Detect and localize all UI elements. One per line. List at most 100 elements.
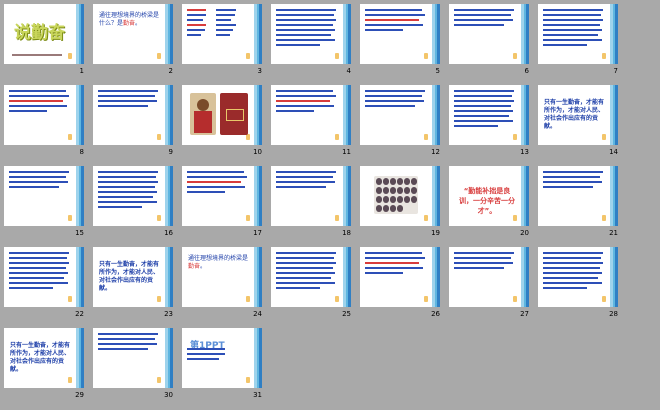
portrait-image bbox=[190, 93, 216, 135]
slide-text-lines bbox=[276, 90, 339, 115]
slide-thumbnail-15[interactable] bbox=[4, 166, 84, 226]
slide-thumbnail-31[interactable]: 第1PPT bbox=[182, 328, 262, 388]
slide-number: 19 bbox=[431, 229, 440, 237]
slide-decoration-stripe bbox=[432, 4, 440, 64]
slide-number: 14 bbox=[609, 148, 618, 156]
slide-text-lines bbox=[276, 9, 339, 49]
slide-thumbnail-19[interactable] bbox=[360, 166, 440, 226]
slide-text-lines bbox=[454, 252, 517, 272]
slide-number: 1 bbox=[79, 67, 84, 75]
slide-thumbnail-29[interactable]: 只有一生勤奋，才能有所作为，才能对人民、对社会作出应有的贡献。 bbox=[4, 328, 84, 388]
slide-thumbnail-5[interactable] bbox=[360, 4, 440, 64]
slide-text-lines bbox=[9, 90, 72, 115]
slide-thumbnail-25[interactable] bbox=[271, 247, 351, 307]
slide-thumbnail-8[interactable] bbox=[4, 85, 84, 145]
slide-number: 3 bbox=[257, 67, 262, 75]
slide-decoration-stripe bbox=[165, 85, 173, 145]
slide-number: 22 bbox=[75, 310, 84, 318]
slide-subtitle-line bbox=[12, 54, 62, 56]
slide-decoration-figure bbox=[157, 215, 161, 221]
slide-number: 26 bbox=[431, 310, 440, 318]
slide-number: 2 bbox=[168, 67, 173, 75]
slide-number: 7 bbox=[613, 67, 618, 75]
slide-text-lines bbox=[187, 171, 250, 196]
slide-decoration-figure bbox=[602, 134, 606, 140]
slide-question: 通往理想境界的桥梁是什么？是勤奋。 bbox=[99, 12, 160, 27]
slide-thumbnail-21[interactable] bbox=[538, 166, 618, 226]
slide-number: 15 bbox=[75, 229, 84, 237]
slide-decoration-figure bbox=[246, 53, 250, 59]
beans-image bbox=[374, 176, 418, 214]
slide-thumbnail-3[interactable] bbox=[182, 4, 262, 64]
slide-thumbnail-9[interactable] bbox=[93, 85, 173, 145]
slide-decoration-figure bbox=[68, 377, 72, 383]
slide-number: 29 bbox=[75, 391, 84, 399]
slide-thumbnail-11[interactable] bbox=[271, 85, 351, 145]
slide-thumbnail-18[interactable] bbox=[271, 166, 351, 226]
slide-number: 27 bbox=[520, 310, 529, 318]
slide-thumbnail-28[interactable] bbox=[538, 247, 618, 307]
slide-thumbnail-12[interactable] bbox=[360, 85, 440, 145]
slide-decoration-figure bbox=[602, 53, 606, 59]
slide-decoration-stripe bbox=[254, 328, 262, 388]
slide-decoration-stripe bbox=[76, 85, 84, 145]
slide-thumbnail-24[interactable]: 通往理想境界的桥梁是勤奋。 bbox=[182, 247, 262, 307]
slide-thumbnail-26[interactable] bbox=[360, 247, 440, 307]
slide-thumbnail-30[interactable] bbox=[93, 328, 173, 388]
slide-text-lines bbox=[187, 333, 250, 363]
book-cover-image bbox=[220, 93, 248, 135]
slide-thumbnail-4[interactable] bbox=[271, 4, 351, 64]
slide-decoration-figure bbox=[157, 134, 161, 140]
slide-number: 23 bbox=[164, 310, 173, 318]
slide-thumbnail-16[interactable] bbox=[93, 166, 173, 226]
slide-number: 4 bbox=[346, 67, 351, 75]
slide-decoration-figure bbox=[68, 53, 72, 59]
slide-decoration-stripe bbox=[254, 166, 262, 226]
slide-decoration-figure bbox=[68, 296, 72, 302]
slide-decoration-stripe bbox=[254, 4, 262, 64]
slide-thumbnail-23[interactable]: 只有一生勤奋，才能有所作为，才能对人民、对社会作出应有的贡献。 bbox=[93, 247, 173, 307]
slide-decoration-figure bbox=[335, 53, 339, 59]
slide-decoration-stripe bbox=[165, 166, 173, 226]
slide-number: 30 bbox=[164, 391, 173, 399]
slide-thumbnail-10[interactable] bbox=[182, 85, 262, 145]
slide-decoration-stripe bbox=[432, 247, 440, 307]
slide-decoration-figure bbox=[335, 134, 339, 140]
slide-decoration-figure bbox=[246, 215, 250, 221]
slide-text-lines bbox=[9, 171, 72, 191]
slide-number: 20 bbox=[520, 229, 529, 237]
slide-decoration-figure bbox=[157, 296, 161, 302]
slide-text-lines bbox=[276, 171, 339, 191]
slide-decoration-figure bbox=[246, 296, 250, 302]
slide-thumbnail-22[interactable] bbox=[4, 247, 84, 307]
slide-number: 25 bbox=[342, 310, 351, 318]
slide-decoration-stripe bbox=[432, 85, 440, 145]
slide-thumbnail-6[interactable] bbox=[449, 4, 529, 64]
slide-proverb: “勤能补拙是良训，一分辛苦一分才”。 bbox=[459, 187, 515, 215]
slide-decoration-figure bbox=[602, 296, 606, 302]
slide-decoration-figure bbox=[157, 377, 161, 383]
slide-text-column bbox=[216, 9, 250, 39]
slide-number: 16 bbox=[164, 229, 173, 237]
slide-decoration-stripe bbox=[521, 4, 529, 64]
slide-thumbnail-27[interactable] bbox=[449, 247, 529, 307]
slide-number: 5 bbox=[435, 67, 440, 75]
slide-thumbnail-17[interactable] bbox=[182, 166, 262, 226]
slide-thumbnail-14[interactable]: 只有一生勤奋，才能有所作为，才能对人民、对社会作出应有的贡献。 bbox=[538, 85, 618, 145]
slide-thumbnail-20[interactable]: “勤能补拙是良训，一分辛苦一分才”。 bbox=[449, 166, 529, 226]
slide-decoration-figure bbox=[246, 377, 250, 383]
slide-thumbnail-13[interactable] bbox=[449, 85, 529, 145]
slide-thumbnail-1[interactable]: 说勤奋 bbox=[4, 4, 84, 64]
slide-number: 11 bbox=[342, 148, 351, 156]
slide-decoration-stripe bbox=[521, 247, 529, 307]
slide-decoration-stripe bbox=[165, 247, 173, 307]
slide-decoration-stripe bbox=[76, 247, 84, 307]
slide-text-lines bbox=[543, 252, 606, 292]
slide-text-lines bbox=[365, 9, 428, 34]
slide-number: 17 bbox=[253, 229, 262, 237]
slide-text-lines bbox=[454, 90, 517, 130]
slide-thumbnail-7[interactable] bbox=[538, 4, 618, 64]
slide-text-lines bbox=[98, 90, 161, 110]
slide-thumbnail-2[interactable]: 通往理想境界的桥梁是什么？是勤奋。 bbox=[93, 4, 173, 64]
slide-title: 说勤奋 bbox=[14, 23, 65, 43]
